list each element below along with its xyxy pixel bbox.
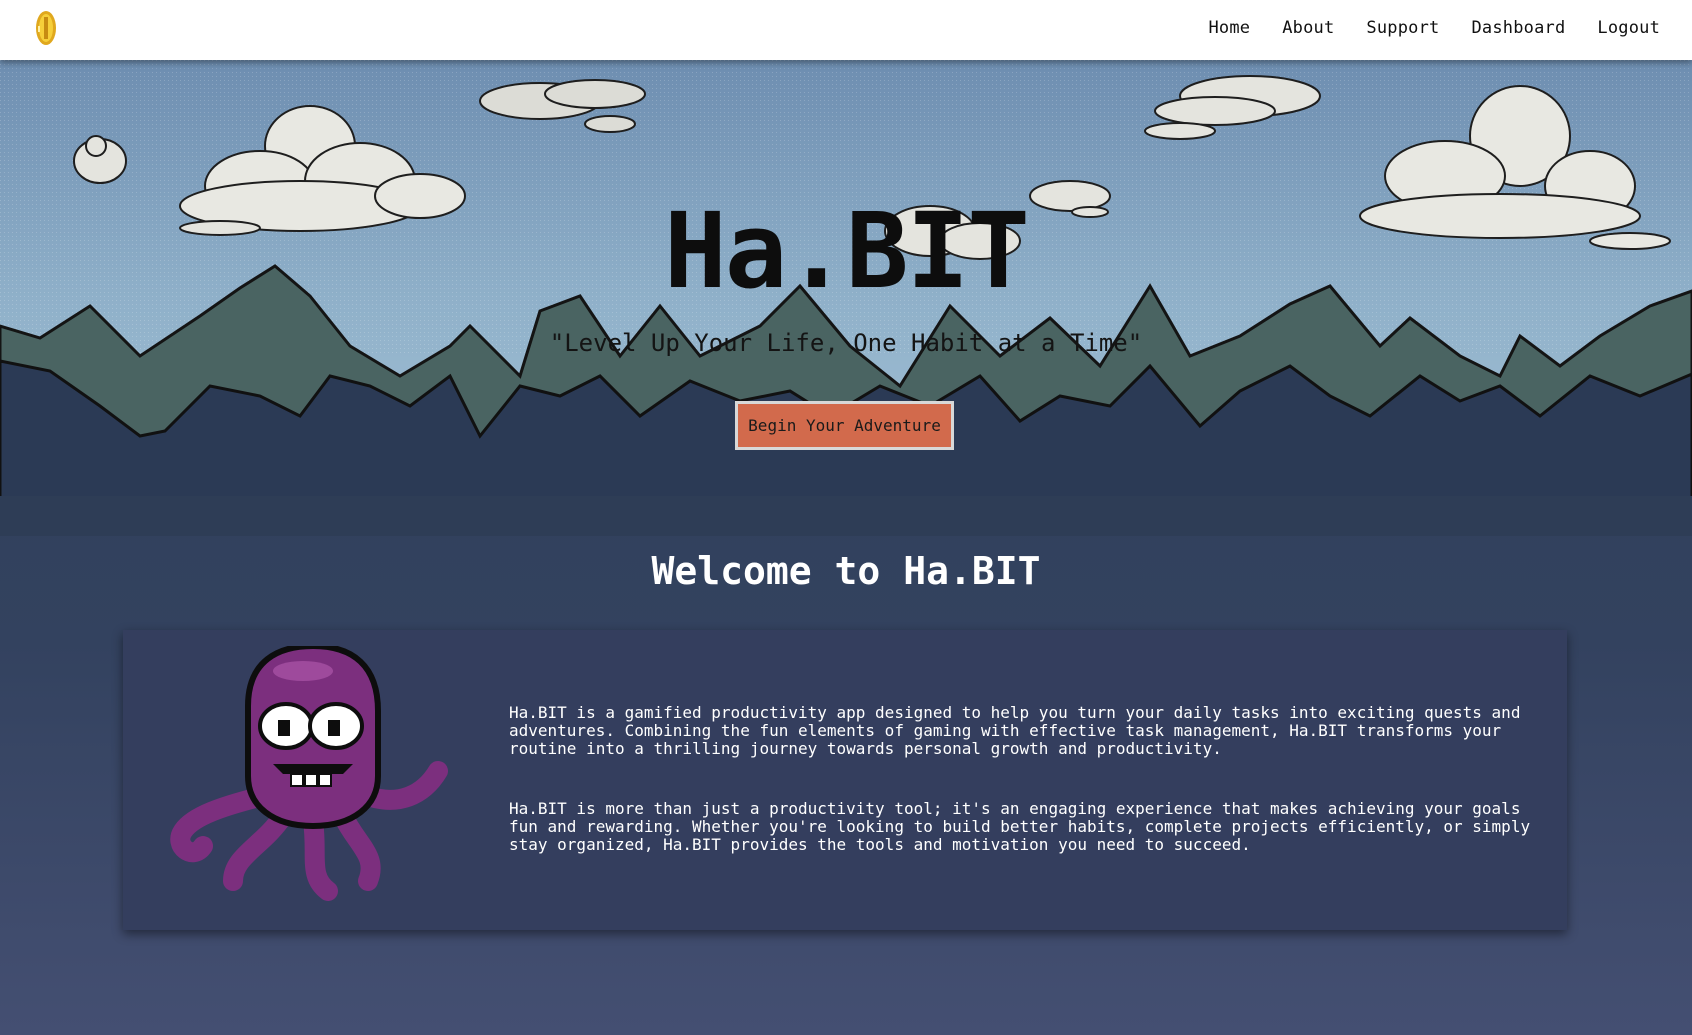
- about-paragraph-1: Ha.BIT is a gamified productivity app de…: [509, 703, 1521, 758]
- hero-section: Ha.BIT "Level Up Your Life, One Habit at…: [0, 56, 1692, 1035]
- begin-adventure-button[interactable]: Begin Your Adventure: [735, 401, 954, 450]
- nav-link-dashboard[interactable]: Dashboard: [1471, 18, 1565, 38]
- nav-link-support[interactable]: Support: [1366, 18, 1439, 38]
- purple-octopus-mascot: [170, 646, 448, 901]
- coin-icon[interactable]: [34, 8, 58, 48]
- hero-tagline: "Level Up Your Life, One Habit at a Time…: [549, 329, 1143, 357]
- about-text: Ha.BIT is a gamified productivity app de…: [509, 704, 1539, 896]
- nav-link-about[interactable]: About: [1282, 18, 1334, 38]
- nav-link-logout[interactable]: Logout: [1597, 18, 1660, 38]
- nav-link-home[interactable]: Home: [1208, 18, 1250, 38]
- about-paragraph-2: Ha.BIT is more than just a productivity …: [509, 799, 1531, 854]
- hero-title: Ha.BIT: [664, 190, 1030, 312]
- nav-links: Home About Support Dashboard Logout: [1208, 0, 1660, 56]
- about-card: Ha.BIT is a gamified productivity app de…: [123, 630, 1567, 930]
- welcome-title: Welcome to Ha.BIT: [651, 549, 1041, 593]
- navbar: Home About Support Dashboard Logout: [0, 0, 1692, 60]
